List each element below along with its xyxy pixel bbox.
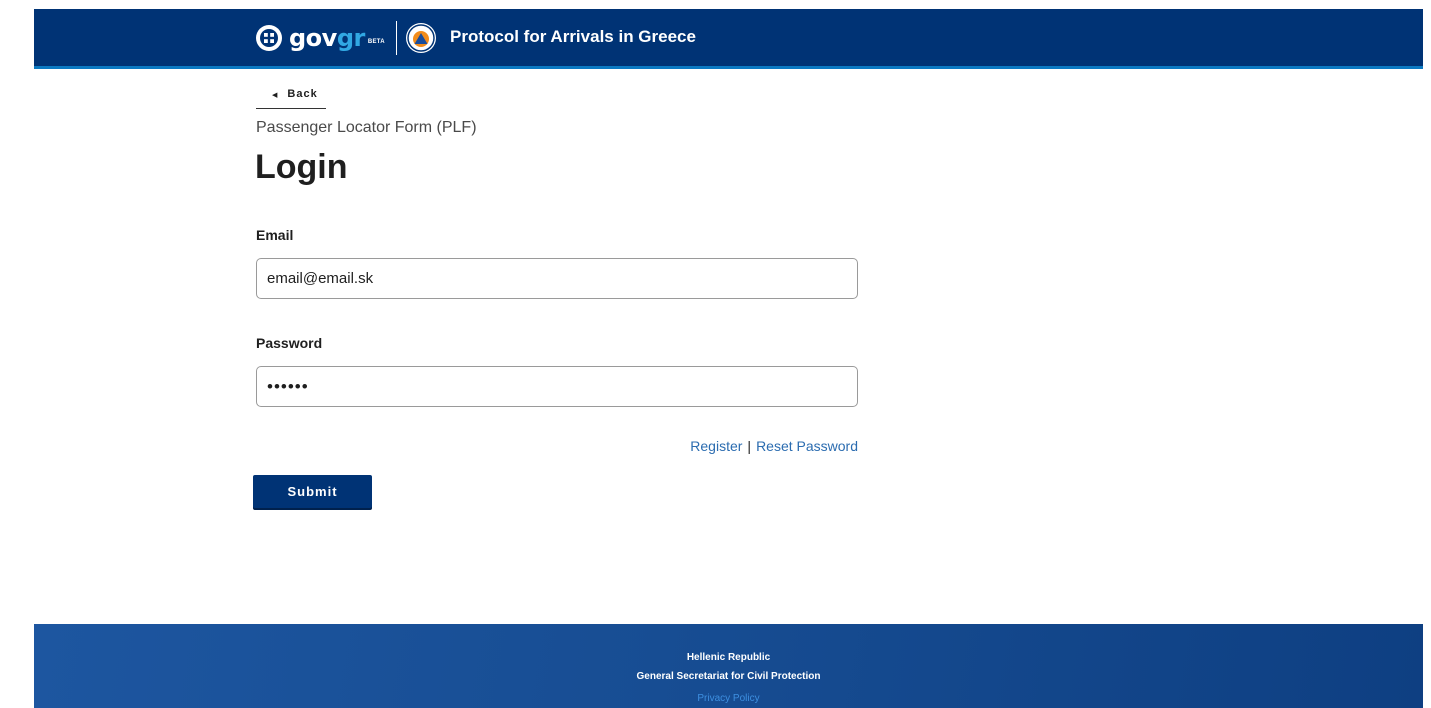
password-field[interactable] xyxy=(256,366,858,407)
page-title: Login xyxy=(255,148,348,186)
site-title[interactable]: Protocol for Arrivals in Greece xyxy=(450,27,696,47)
password-label: Password xyxy=(256,335,323,351)
beta-badge: BETA xyxy=(367,39,385,45)
privacy-policy-link[interactable]: Privacy Policy xyxy=(697,693,759,704)
back-label: Back xyxy=(287,88,318,100)
email-field[interactable] xyxy=(256,258,858,299)
reset-password-link[interactable]: Reset Password xyxy=(756,438,858,454)
footer-republic: Hellenic Republic xyxy=(686,652,771,663)
page-subtitle: Passenger Locator Form (PLF) xyxy=(256,119,477,136)
back-link[interactable]: ◀ Back xyxy=(256,88,326,109)
civil-protection-icon xyxy=(405,23,436,53)
logo-text-gov: gov xyxy=(289,24,337,52)
footer-privacy: Privacy Policy xyxy=(34,693,1423,704)
links-separator: | xyxy=(747,438,752,454)
register-link[interactable]: Register xyxy=(690,438,742,454)
page: govgr BETA Protocol for Arrivals in Gree… xyxy=(0,0,1431,708)
header-divider xyxy=(395,21,397,55)
govgr-logo[interactable]: govgr BETA xyxy=(256,21,436,55)
site-header: govgr BETA Protocol for Arrivals in Gree… xyxy=(34,9,1423,69)
greek-emblem-icon xyxy=(256,25,282,51)
submit-button[interactable]: Submit xyxy=(253,475,372,508)
logo-text-gr: gr xyxy=(336,24,366,52)
chevron-left-icon: ◀ xyxy=(272,92,279,99)
logo-text: govgr xyxy=(289,26,365,50)
account-links: Register | Reset Password xyxy=(600,438,858,454)
footer-secretariat: General Secretariat for Civil Protection xyxy=(636,671,821,682)
email-label: Email xyxy=(256,227,294,243)
site-footer: Hellenic Republic General Secretariat fo… xyxy=(34,624,1423,708)
